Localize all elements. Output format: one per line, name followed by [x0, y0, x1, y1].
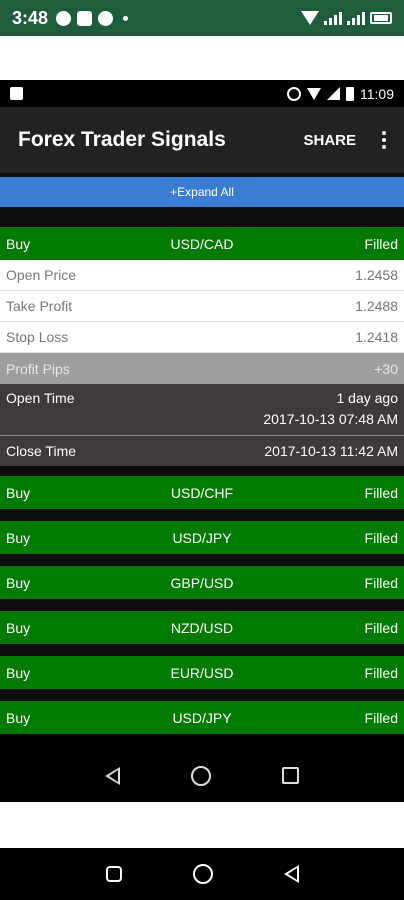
signal-header-usd-cad[interactable]: Buy USD/CAD Filled: [0, 227, 404, 260]
signal-pair: USD/JPY: [172, 529, 232, 546]
signal-status: Filled: [364, 235, 398, 252]
signal-icon-2: [347, 11, 365, 25]
signal-pair: GBP/USD: [170, 574, 234, 591]
open-price-row: Open Price 1.2458: [0, 260, 404, 291]
signal-row[interactable]: Buy USD/CHF Filled: [0, 476, 404, 509]
wifi-icon: [307, 87, 321, 100]
notification-icon: [10, 87, 23, 100]
signal-status: Filled: [364, 709, 398, 726]
telegram-icon: [56, 10, 72, 26]
signal-row[interactable]: Buy USD/JPY Filled: [0, 521, 404, 554]
home-icon[interactable]: [190, 765, 211, 786]
stop-loss-row: Stop Loss 1.2418: [0, 322, 404, 353]
signal-pair: EUR/USD: [170, 664, 234, 681]
signal-status: Filled: [364, 619, 398, 636]
back-icon[interactable]: [105, 766, 121, 785]
open-price-value: 1.2458: [355, 267, 398, 283]
signal-icon: [324, 11, 342, 25]
signal-status: Filled: [364, 574, 398, 591]
signal-status: Filled: [364, 484, 398, 501]
divider: [0, 466, 404, 476]
close-time-row: Close Time 2017-10-13 11:42 AM: [0, 436, 404, 466]
close-time-value: 2017-10-13 11:42 AM: [264, 443, 398, 459]
stop-loss-value: 1.2418: [355, 329, 398, 345]
signal-action: Buy: [6, 709, 31, 726]
open-price-label: Open Price: [6, 267, 77, 283]
signal-icon: [327, 87, 340, 100]
battery-icon: [370, 12, 392, 24]
expanded-signal-card: Buy USD/CAD Filled Open Price 1.2458 Tak…: [0, 227, 404, 466]
signal-row[interactable]: Buy USD/JPY Filled: [0, 701, 404, 734]
signal-status: Filled: [364, 664, 398, 681]
recents-icon[interactable]: [105, 866, 122, 882]
profit-pips-value: +30: [374, 360, 398, 377]
signal-row[interactable]: Buy GBP/USD Filled: [0, 566, 404, 599]
take-profit-label: Take Profit: [6, 298, 73, 314]
inner-status-bar: 11:09: [0, 80, 404, 107]
profit-pips-row: Profit Pips +30: [0, 353, 404, 384]
open-time-value: 2017-10-13 07:48 AM: [263, 411, 398, 427]
open-time-row: Open Time 1 day ago 2017-10-13 07:48 AM: [0, 384, 404, 436]
more-vert-icon[interactable]: [382, 131, 386, 149]
take-profit-value: 1.2488: [355, 298, 398, 314]
app-screen: 11:09 Forex Trader Signals SHARE +Expand…: [0, 80, 404, 802]
take-profit-row: Take Profit 1.2488: [0, 291, 404, 322]
signal-pair: USD/JPY: [172, 709, 232, 726]
signal-action: Buy: [6, 235, 31, 252]
divider: [0, 644, 404, 656]
outer-status-bar: 3:48: [0, 0, 404, 36]
alarm-icon: [287, 86, 301, 101]
signal-action: Buy: [6, 529, 31, 546]
share-button[interactable]: SHARE: [303, 132, 356, 149]
app-icon: [98, 10, 114, 26]
signal-action: Buy: [6, 484, 31, 501]
notification-dot-icon: [123, 15, 129, 21]
signal-row[interactable]: Buy NZD/USD Filled: [0, 611, 404, 644]
profit-pips-label: Profit Pips: [6, 360, 70, 377]
message-icon: [77, 10, 93, 26]
signal-pair: USD/CAD: [170, 235, 234, 252]
close-time-label: Close Time: [6, 443, 77, 459]
signal-status: Filled: [364, 529, 398, 546]
inner-nav-bar: [0, 749, 404, 802]
app-title: Forex Trader Signals: [18, 128, 226, 151]
divider: [0, 599, 404, 611]
recents-icon[interactable]: [281, 767, 299, 784]
status-time: 3:48: [12, 7, 49, 28]
outer-nav-bar: [0, 848, 404, 900]
divider: [0, 554, 404, 566]
home-icon[interactable]: [192, 864, 213, 884]
signal-pair: NZD/USD: [170, 619, 234, 636]
stop-loss-label: Stop Loss: [6, 329, 69, 345]
signal-action: Buy: [6, 619, 31, 636]
wifi-icon: [301, 11, 319, 25]
open-time-relative: 1 day ago: [336, 390, 399, 406]
bottom-margin: [0, 802, 404, 848]
top-margin: [0, 36, 404, 80]
signal-pair: USD/CHF: [170, 484, 234, 501]
divider: [0, 689, 404, 701]
app-bar: Forex Trader Signals SHARE: [0, 107, 404, 173]
signal-action: Buy: [6, 574, 31, 591]
divider: [0, 207, 404, 227]
signal-row[interactable]: Buy EUR/USD Filled: [0, 656, 404, 689]
expand-all-button[interactable]: +Expand All: [0, 177, 404, 207]
signal-action: Buy: [6, 664, 31, 681]
divider: [0, 509, 404, 521]
back-icon[interactable]: [283, 865, 299, 883]
battery-icon: [346, 86, 354, 101]
inner-status-time: 11:09: [360, 85, 394, 102]
open-time-label: Open Time: [6, 390, 75, 406]
